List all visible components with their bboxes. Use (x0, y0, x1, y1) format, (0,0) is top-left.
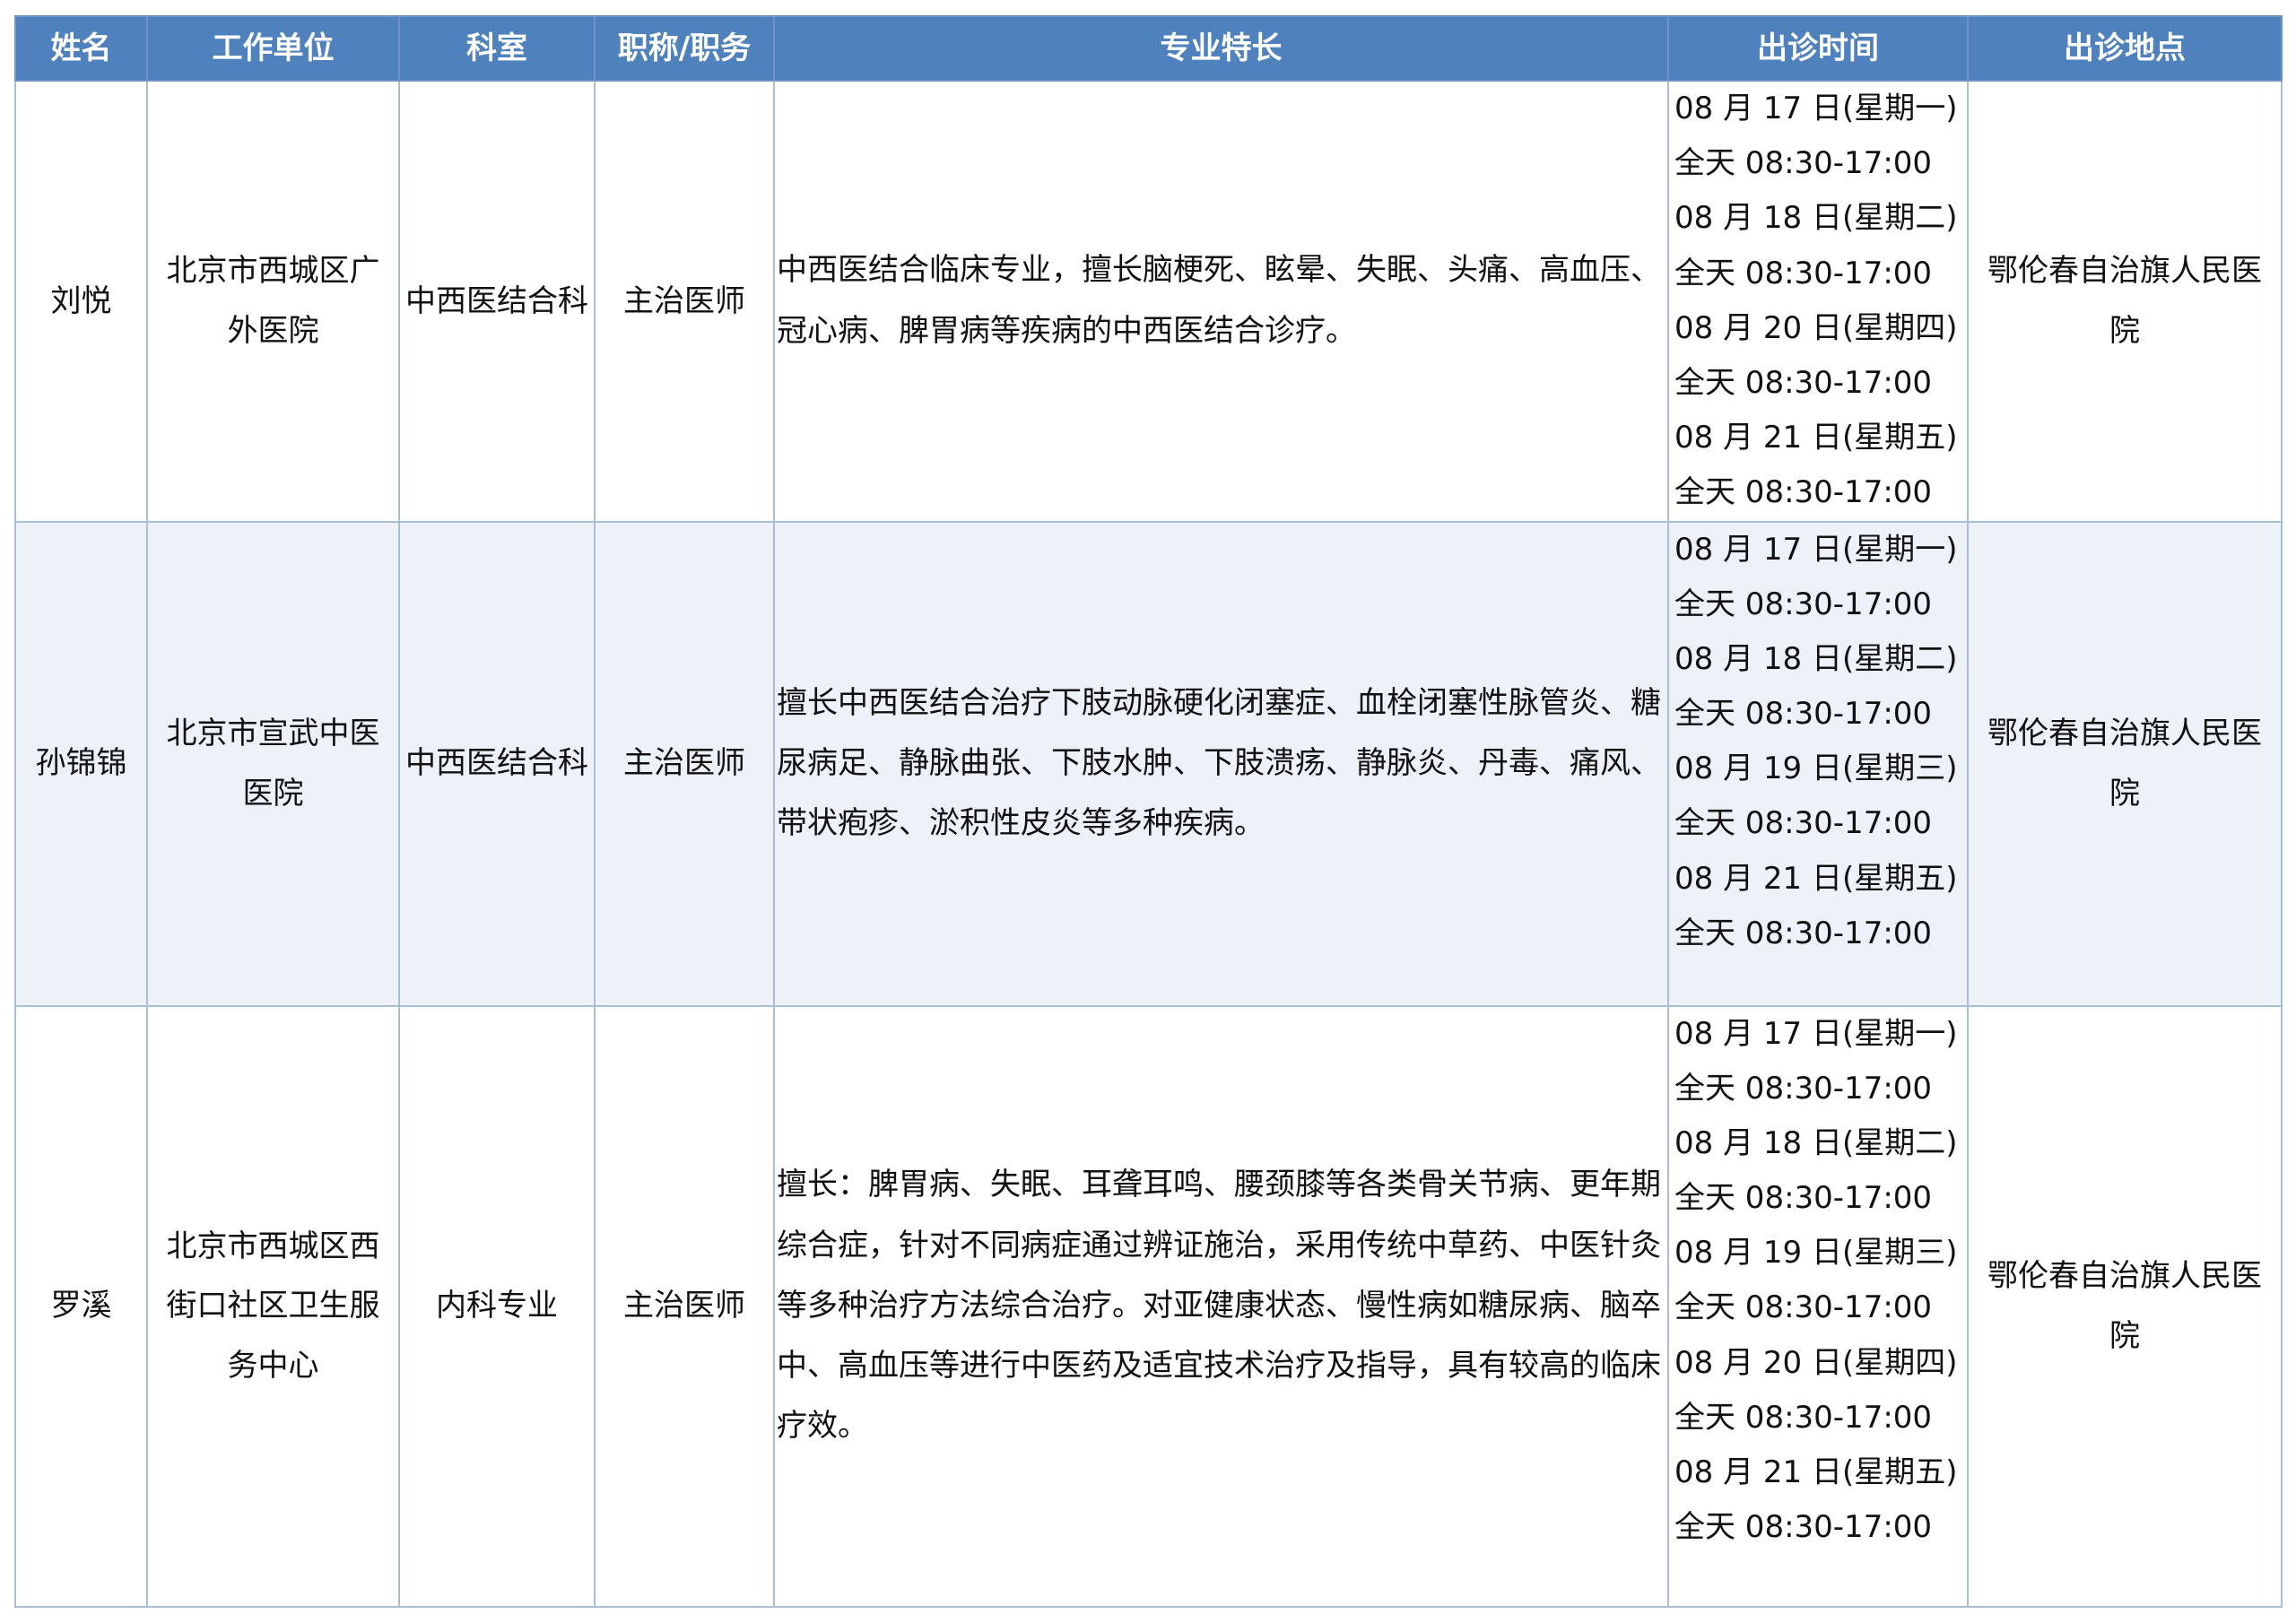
schedule-line: 全天 08:30-17:00 (1674, 145, 1933, 182)
schedule-line: 全天 08:30-17:00 (1674, 1070, 1933, 1107)
job-title: 主治医师 (594, 520, 775, 1007)
location-text: 鄂伦春自治旗人民医院 (1987, 253, 2262, 349)
work-unit: 北京市宣武中医医院 (146, 520, 400, 1007)
job-title-text: 主治医师 (623, 1288, 745, 1324)
schedule-line: 08 月 17 日(星期一) (1674, 531, 1958, 568)
schedule-line: 08 月 19 日(星期三) (1674, 1235, 1958, 1271)
specialty: 中西医结合临床专业，擅长脑梗死、眩晕、失眠、头痛、高血压、冠心病、脾胃病等疾病的… (773, 80, 1669, 523)
specialty: 擅长中西医结合治疗下肢动脉硬化闭塞症、血栓闭塞性脉管炎、糖尿病足、静脉曲张、下肢… (773, 520, 1669, 1007)
header-unit: 工作单位 (146, 15, 400, 82)
schedule-line: 全天 08:30-17:00 (1674, 805, 1933, 842)
schedule-line: 08 月 21 日(星期五) (1674, 1454, 1958, 1490)
schedule-line: 全天 08:30-17:00 (1674, 1289, 1933, 1326)
specialty: 擅长：脾胃病、失眠、耳聋耳鸣、腰颈膝等各类骨关节病、更年期综合症，针对不同病症通… (773, 1004, 1669, 1608)
header-name: 姓名 (14, 15, 148, 82)
header-title: 职称/职务 (594, 15, 775, 82)
department-text: 中西医结合科 (405, 745, 588, 782)
schedule: 08 月 17 日(星期一) 全天 08:30-17:00 08 月 18 日(… (1667, 80, 1969, 523)
job-title: 主治医师 (594, 1004, 775, 1608)
location: 鄂伦春自治旗人民医院 (1967, 520, 2283, 1007)
doctor-schedule-table: 姓名 工作单位 科室 职称/职务 专业特长 出诊时间 出诊地点 刘悦 北京市西城… (14, 15, 2283, 1608)
schedule-line: 08 月 17 日(星期一) (1674, 91, 1958, 126)
work-unit: 北京市西城区西街口社区卫生服务中心 (146, 1004, 400, 1608)
schedule-line: 全天 08:30-17:00 (1674, 1180, 1933, 1217)
schedule-line: 08 月 21 日(星期五) (1674, 420, 1958, 456)
schedule-line: 08 月 19 日(星期三) (1674, 751, 1958, 787)
doctor-name: 罗溪 (14, 1004, 148, 1608)
schedule-line: 全天 08:30-17:00 (1674, 915, 1933, 951)
header-time: 出诊时间 (1667, 15, 1969, 82)
schedule-line: 全天 08:30-17:00 (1674, 474, 1933, 511)
schedule: 08 月 17 日(星期一) 全天 08:30-17:00 08 月 18 日(… (1667, 1004, 1969, 1608)
work-unit-text: 北京市西城区西街口社区卫生服务中心 (166, 1228, 380, 1384)
header-location: 出诊地点 (1967, 15, 2283, 82)
header-dept: 科室 (398, 15, 596, 82)
doctor-name-text: 刘悦 (50, 282, 112, 319)
schedule-line: 08 月 20 日(星期四) (1674, 1344, 1958, 1381)
department: 中西医结合科 (398, 520, 596, 1007)
department-text: 内科专业 (436, 1288, 558, 1324)
location: 鄂伦春自治旗人民医院 (1967, 80, 2283, 523)
schedule-line: 全天 08:30-17:00 (1674, 364, 1933, 401)
header-specialty: 专业特长 (773, 15, 1669, 82)
doctor-name-text: 罗溪 (50, 1288, 112, 1324)
location-text: 鄂伦春自治旗人民医院 (1987, 716, 2262, 812)
location-text: 鄂伦春自治旗人民医院 (1987, 1258, 2262, 1354)
department-text: 中西医结合科 (405, 282, 588, 319)
job-title-text: 主治医师 (623, 282, 745, 319)
job-title-text: 主治医师 (623, 745, 745, 782)
schedule-line: 全天 08:30-17:00 (1674, 696, 1933, 733)
doctor-name-text: 孙锦锦 (35, 745, 127, 782)
schedule-line: 全天 08:30-17:00 (1674, 1399, 1933, 1436)
department: 中西医结合科 (398, 80, 596, 523)
schedule-line: 08 月 21 日(星期五) (1674, 860, 1958, 897)
location: 鄂伦春自治旗人民医院 (1967, 1004, 2283, 1608)
department: 内科专业 (398, 1004, 596, 1608)
schedule-line: 全天 08:30-17:00 (1674, 1509, 1933, 1546)
doctor-name: 刘悦 (14, 80, 148, 523)
schedule-line: 08 月 17 日(星期一) (1674, 1015, 1958, 1052)
doctor-name: 孙锦锦 (14, 520, 148, 1007)
schedule-line: 08 月 18 日(星期二) (1674, 1124, 1958, 1161)
header-row: 姓名 工作单位 科室 职称/职务 专业特长 出诊时间 出诊地点 (14, 15, 2283, 82)
table-row: 孙锦锦 北京市宣武中医医院 中西医结合科 主治医师 擅长中西医结合治疗下肢动脉硬… (14, 520, 2283, 1007)
job-title: 主治医师 (594, 80, 775, 523)
table-row: 罗溪 北京市西城区西街口社区卫生服务中心 内科专业 主治医师 擅长：脾胃病、失眠… (14, 1004, 2283, 1608)
schedule-line: 08 月 18 日(星期二) (1674, 640, 1958, 677)
schedule-line: 08 月 18 日(星期二) (1674, 200, 1958, 237)
work-unit-text: 北京市西城区广外医院 (166, 253, 380, 349)
schedule-line: 全天 08:30-17:00 (1674, 586, 1933, 622)
work-unit: 北京市西城区广外医院 (146, 80, 400, 523)
schedule-line: 全天 08:30-17:00 (1674, 255, 1933, 291)
schedule-line: 08 月 20 日(星期四) (1674, 309, 1958, 346)
table-row: 刘悦 北京市西城区广外医院 中西医结合科 主治医师 中西医结合临床专业，擅长脑梗… (14, 80, 2283, 523)
work-unit-text: 北京市宣武中医医院 (166, 716, 380, 812)
schedule: 08 月 17 日(星期一) 全天 08:30-17:00 08 月 18 日(… (1667, 520, 1969, 1007)
